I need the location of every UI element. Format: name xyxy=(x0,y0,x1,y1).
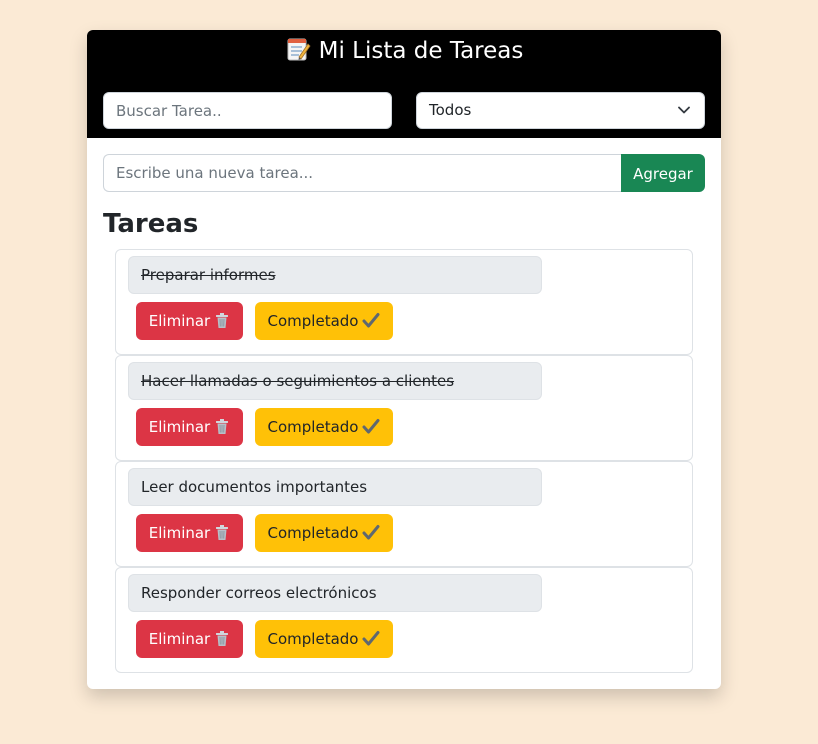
complete-task-button[interactable]: Completado xyxy=(255,408,393,446)
task-text: Preparar informes xyxy=(128,256,542,294)
complete-task-button[interactable]: Completado xyxy=(255,620,393,658)
check-icon xyxy=(362,631,380,646)
app-header: Mi Lista de Tareas Todos xyxy=(87,30,721,138)
check-icon xyxy=(362,419,380,434)
task-card: Hacer llamadas o seguimientos a clientes… xyxy=(115,355,693,461)
todo-app: Mi Lista de Tareas Todos Agregar Tareas … xyxy=(87,30,721,689)
delete-label: Eliminar xyxy=(148,630,211,648)
trash-icon xyxy=(216,419,229,434)
filter-select[interactable]: Todos xyxy=(416,92,705,129)
task-text: Hacer llamadas o seguimientos a clientes xyxy=(128,362,542,400)
delete-label: Eliminar xyxy=(148,524,211,542)
delete-label: Eliminar xyxy=(148,418,211,436)
complete-label: Completado xyxy=(267,418,359,436)
complete-task-button[interactable]: Completado xyxy=(255,302,393,340)
new-task-input[interactable] xyxy=(103,154,622,192)
delete-task-button[interactable]: Eliminar xyxy=(136,302,243,340)
task-card: Leer documentos importantes Eliminar Com… xyxy=(115,461,693,567)
check-icon xyxy=(362,313,380,328)
delete-task-button[interactable]: Eliminar xyxy=(136,514,243,552)
task-card: Responder correos electrónicos Eliminar … xyxy=(115,567,693,673)
task-text: Leer documentos importantes xyxy=(128,468,542,506)
complete-label: Completado xyxy=(267,524,359,542)
trash-icon xyxy=(216,631,229,646)
complete-task-button[interactable]: Completado xyxy=(255,514,393,552)
app-title-text: Mi Lista de Tareas xyxy=(318,38,524,64)
filter-selected-value: Todos xyxy=(429,101,472,119)
delete-task-button[interactable]: Eliminar xyxy=(136,620,243,658)
task-card: Preparar informes Eliminar Completado xyxy=(115,249,693,355)
memo-icon xyxy=(287,38,311,61)
search-input[interactable] xyxy=(103,92,392,129)
complete-label: Completado xyxy=(267,312,359,330)
delete-label: Eliminar xyxy=(148,312,211,330)
task-text: Responder correos electrónicos xyxy=(128,574,542,612)
complete-label: Completado xyxy=(267,630,359,648)
tasks-heading: Tareas xyxy=(103,209,199,239)
trash-icon xyxy=(216,313,229,328)
chevron-down-icon xyxy=(678,106,690,114)
task-list: Preparar informes Eliminar Completado Ha… xyxy=(115,249,693,673)
delete-task-button[interactable]: Eliminar xyxy=(136,408,243,446)
add-task-button[interactable]: Agregar xyxy=(621,154,705,192)
check-icon xyxy=(362,525,380,540)
trash-icon xyxy=(216,525,229,540)
app-title: Mi Lista de Tareas xyxy=(87,36,721,66)
